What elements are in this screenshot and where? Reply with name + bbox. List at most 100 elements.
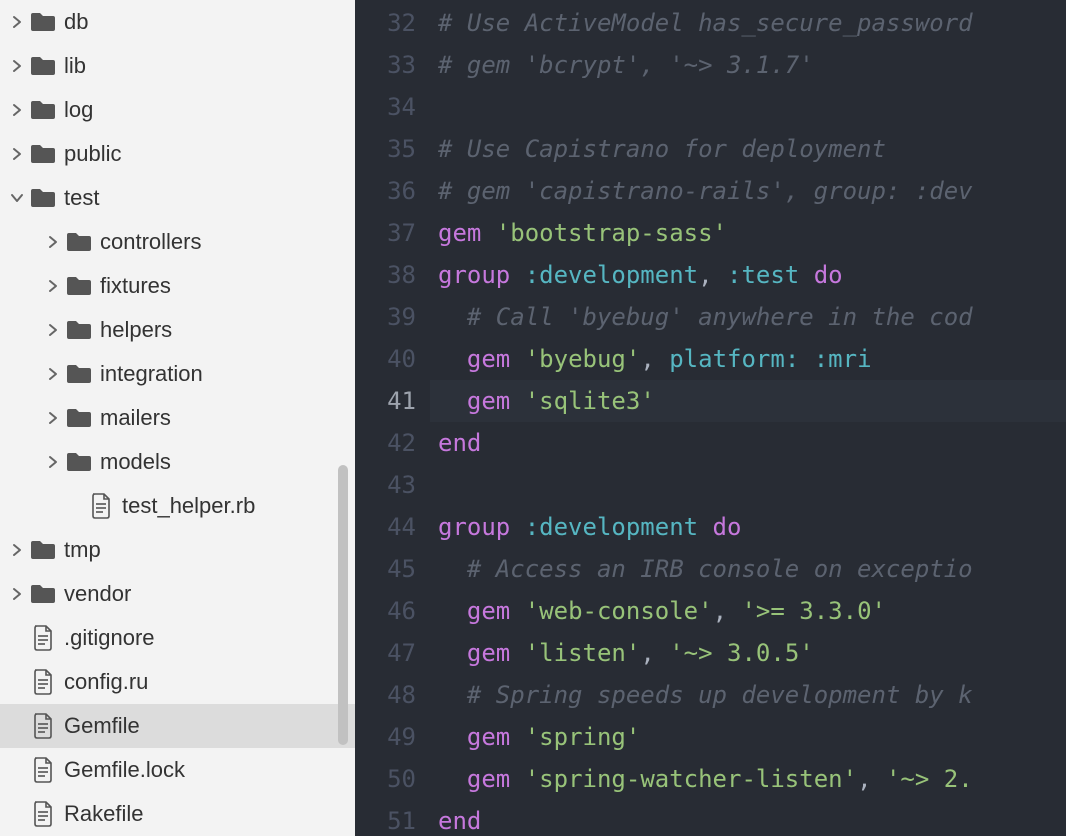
code-line[interactable]: gem 'spring-watcher-listen', '~> 2. bbox=[438, 758, 1066, 800]
folder-tree-item[interactable]: log bbox=[0, 88, 355, 132]
chevron-right-icon[interactable] bbox=[42, 279, 64, 293]
code-line[interactable]: gem 'sqlite3' bbox=[430, 380, 1066, 422]
line-number: 50 bbox=[355, 758, 430, 800]
code-token bbox=[510, 261, 524, 289]
chevron-right-icon[interactable] bbox=[42, 367, 64, 381]
code-line[interactable]: end bbox=[438, 800, 1066, 836]
sidebar-scrollbar[interactable] bbox=[338, 465, 348, 745]
code-line[interactable]: # Use Capistrano for deployment bbox=[438, 128, 1066, 170]
code-line[interactable]: gem 'bootstrap-sass' bbox=[438, 212, 1066, 254]
code-token: 'web-console' bbox=[525, 597, 713, 625]
code-token: gem bbox=[467, 345, 510, 373]
code-editor[interactable]: 3233343536373839404142434445464748495051… bbox=[355, 0, 1066, 836]
code-token bbox=[438, 723, 467, 751]
folder-tree-item[interactable]: controllers bbox=[0, 220, 355, 264]
code-line[interactable]: end bbox=[438, 422, 1066, 464]
code-token: , bbox=[640, 639, 669, 667]
code-token: 'sqlite3' bbox=[525, 387, 655, 415]
file-tree-item[interactable]: Gemfile.lock bbox=[0, 748, 355, 792]
code-line[interactable]: group :development, :test do bbox=[438, 254, 1066, 296]
file-icon bbox=[28, 757, 58, 783]
code-token bbox=[799, 261, 813, 289]
file-tree-item[interactable]: Rakefile bbox=[0, 792, 355, 836]
folder-icon bbox=[28, 539, 58, 561]
file-tree-item[interactable]: Gemfile bbox=[0, 704, 355, 748]
folder-icon bbox=[28, 99, 58, 121]
code-token: # Use Capistrano for deployment bbox=[438, 135, 886, 163]
folder-tree-item[interactable]: db bbox=[0, 0, 355, 44]
folder-tree-item[interactable]: public bbox=[0, 132, 355, 176]
chevron-down-icon[interactable] bbox=[6, 191, 28, 205]
code-token bbox=[799, 345, 813, 373]
code-line[interactable]: # Use ActiveModel has_secure_password bbox=[438, 2, 1066, 44]
code-token bbox=[481, 219, 495, 247]
code-token: group bbox=[438, 513, 510, 541]
code-token: platform: bbox=[669, 345, 799, 373]
code-line[interactable] bbox=[438, 464, 1066, 506]
folder-icon bbox=[28, 187, 58, 209]
code-token: 'listen' bbox=[525, 639, 641, 667]
code-token bbox=[438, 555, 467, 583]
tree-item-label: test_helper.rb bbox=[122, 493, 255, 519]
line-number: 33 bbox=[355, 44, 430, 86]
code-token bbox=[510, 765, 524, 793]
file-tree-item[interactable]: .gitignore bbox=[0, 616, 355, 660]
folder-tree-item[interactable]: models bbox=[0, 440, 355, 484]
code-line[interactable]: gem 'spring' bbox=[438, 716, 1066, 758]
folder-icon bbox=[28, 11, 58, 33]
folder-tree-item[interactable]: mailers bbox=[0, 396, 355, 440]
folder-tree-item[interactable]: fixtures bbox=[0, 264, 355, 308]
folder-tree-item[interactable]: test bbox=[0, 176, 355, 220]
line-number: 39 bbox=[355, 296, 430, 338]
folder-tree-item[interactable]: tmp bbox=[0, 528, 355, 572]
chevron-right-icon[interactable] bbox=[6, 147, 28, 161]
chevron-right-icon[interactable] bbox=[6, 543, 28, 557]
chevron-right-icon[interactable] bbox=[6, 59, 28, 73]
line-number: 38 bbox=[355, 254, 430, 296]
code-line[interactable]: # gem 'capistrano-rails', group: :dev bbox=[438, 170, 1066, 212]
line-number: 43 bbox=[355, 464, 430, 506]
code-line[interactable] bbox=[438, 86, 1066, 128]
file-tree-item[interactable]: test_helper.rb bbox=[0, 484, 355, 528]
code-line[interactable]: # Access an IRB console on exceptio bbox=[438, 548, 1066, 590]
code-token: 'spring-watcher-listen' bbox=[525, 765, 857, 793]
code-token: :development bbox=[525, 261, 698, 289]
code-token: 'byebug' bbox=[525, 345, 641, 373]
code-line[interactable]: gem 'listen', '~> 3.0.5' bbox=[438, 632, 1066, 674]
file-tree-item[interactable]: config.ru bbox=[0, 660, 355, 704]
line-number: 45 bbox=[355, 548, 430, 590]
line-number: 44 bbox=[355, 506, 430, 548]
code-line[interactable]: # gem 'bcrypt', '~> 3.1.7' bbox=[438, 44, 1066, 86]
code-token bbox=[438, 345, 467, 373]
chevron-right-icon[interactable] bbox=[42, 323, 64, 337]
chevron-right-icon[interactable] bbox=[42, 455, 64, 469]
code-token: , bbox=[857, 765, 886, 793]
code-token: gem bbox=[467, 723, 510, 751]
code-line[interactable]: gem 'web-console', '>= 3.3.0' bbox=[438, 590, 1066, 632]
code-token: group bbox=[438, 261, 510, 289]
tree-item-label: Gemfile bbox=[64, 713, 140, 739]
code-content[interactable]: # Use ActiveModel has_secure_password# g… bbox=[430, 0, 1066, 836]
code-token: # Call 'byebug' anywhere in the cod bbox=[467, 303, 973, 331]
code-token bbox=[438, 765, 467, 793]
code-line[interactable]: # Call 'byebug' anywhere in the cod bbox=[438, 296, 1066, 338]
code-token bbox=[510, 387, 524, 415]
code-line[interactable]: # Spring speeds up development by k bbox=[438, 674, 1066, 716]
code-token: end bbox=[438, 807, 481, 835]
line-number: 37 bbox=[355, 212, 430, 254]
folder-tree-item[interactable]: integration bbox=[0, 352, 355, 396]
chevron-right-icon[interactable] bbox=[6, 103, 28, 117]
code-line[interactable]: gem 'byebug', platform: :mri bbox=[438, 338, 1066, 380]
chevron-right-icon[interactable] bbox=[42, 411, 64, 425]
chevron-right-icon[interactable] bbox=[42, 235, 64, 249]
chevron-right-icon[interactable] bbox=[6, 15, 28, 29]
code-line[interactable]: group :development do bbox=[438, 506, 1066, 548]
folder-tree-item[interactable]: helpers bbox=[0, 308, 355, 352]
tree-item-label: .gitignore bbox=[64, 625, 155, 651]
folder-icon bbox=[64, 231, 94, 253]
folder-icon bbox=[64, 451, 94, 473]
chevron-right-icon[interactable] bbox=[6, 587, 28, 601]
line-number: 32 bbox=[355, 2, 430, 44]
folder-tree-item[interactable]: lib bbox=[0, 44, 355, 88]
folder-tree-item[interactable]: vendor bbox=[0, 572, 355, 616]
